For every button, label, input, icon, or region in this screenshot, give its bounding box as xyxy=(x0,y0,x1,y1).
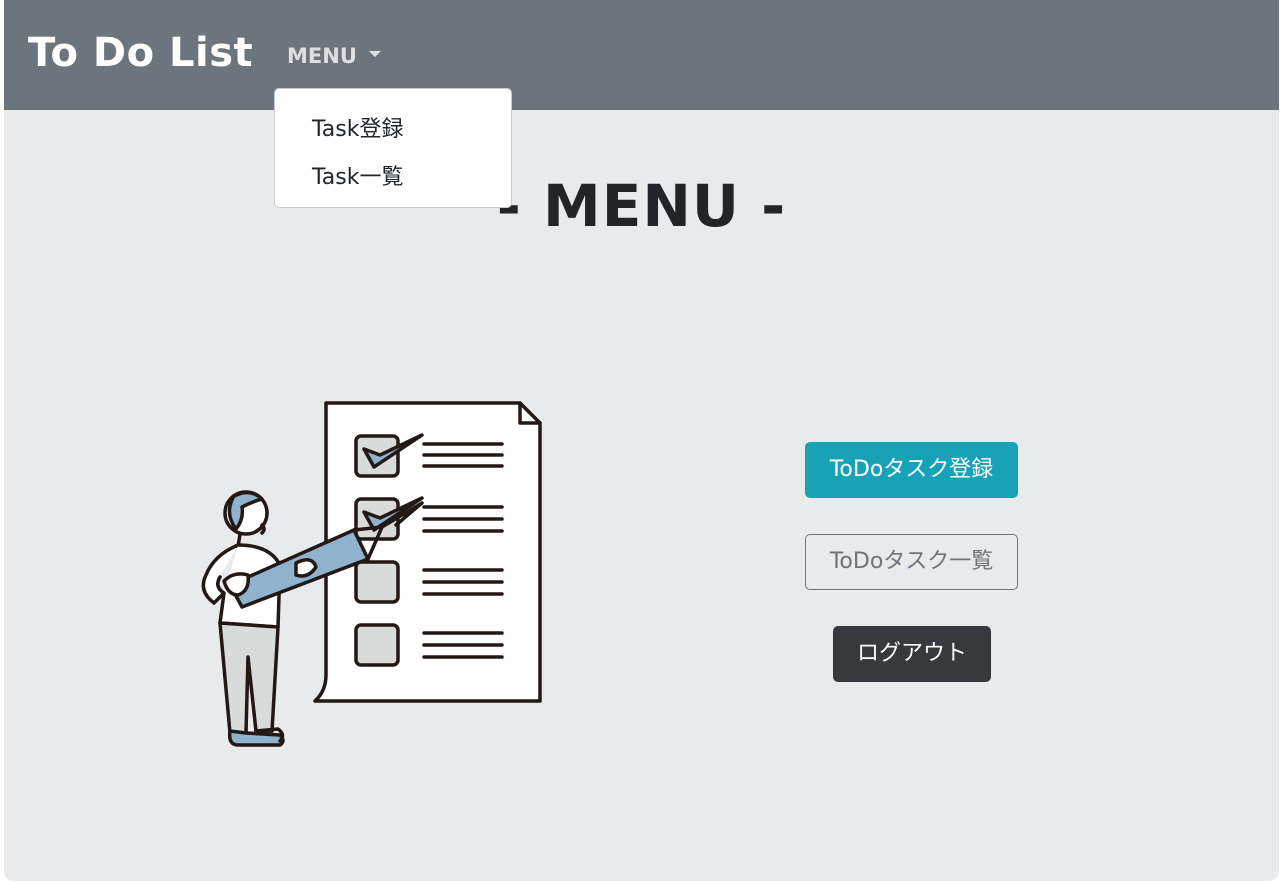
page-title: - MENU - xyxy=(496,172,787,240)
logout-button[interactable]: ログアウト xyxy=(833,626,991,682)
caret-down-icon xyxy=(368,51,381,57)
app-frame: To Do List MENU Task登録 Task一覧 - MENU - T… xyxy=(4,0,1279,881)
todo-task-list-button[interactable]: ToDoタスク一覧 xyxy=(805,534,1018,590)
navbar: To Do List MENU xyxy=(4,0,1279,110)
menu-dropdown: Task登録 Task一覧 xyxy=(274,88,512,208)
brand-title[interactable]: To Do List xyxy=(28,30,253,76)
checklist-illustration-icon xyxy=(184,395,554,759)
dropdown-item-task-list[interactable]: Task一覧 xyxy=(312,159,403,191)
dropdown-item-task-register[interactable]: Task登録 xyxy=(312,111,403,143)
menu-label: MENU xyxy=(287,44,357,68)
todo-task-register-button[interactable]: ToDoタスク登録 xyxy=(805,442,1018,498)
menu-dropdown-toggle[interactable]: MENU xyxy=(287,44,381,68)
